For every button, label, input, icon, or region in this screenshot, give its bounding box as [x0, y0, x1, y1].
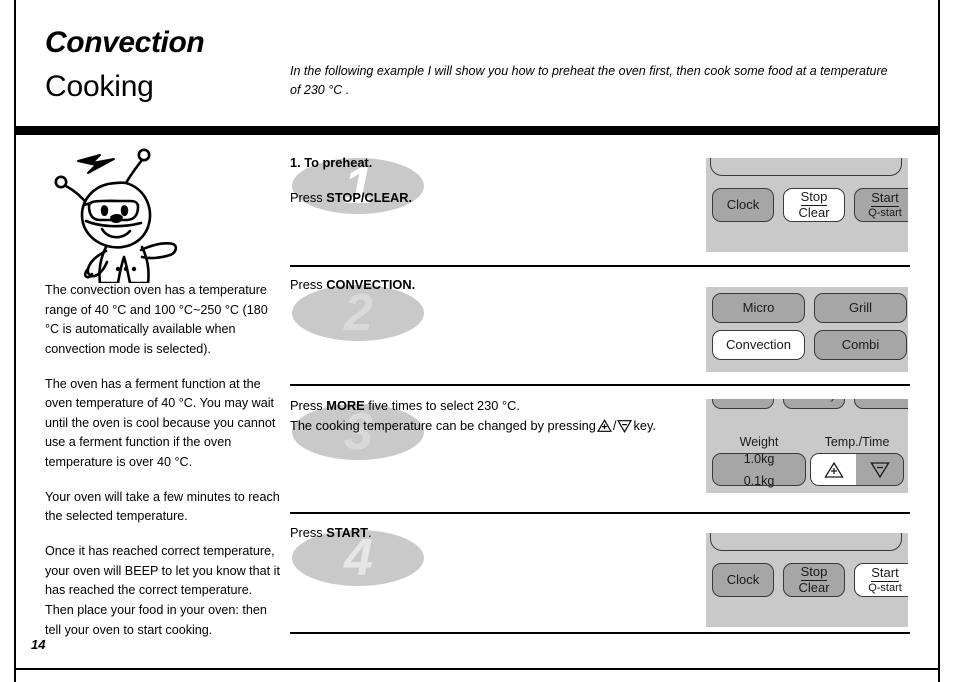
header-divider-bar	[16, 126, 938, 135]
start-button-2-label: Start	[871, 565, 899, 582]
page-title-line2: Cooking	[45, 70, 154, 103]
clock-button-label: Clock	[726, 196, 760, 212]
step-divider-4	[290, 632, 910, 634]
panel1-cut-display	[710, 158, 902, 176]
qstart-button-label: Q-start	[868, 206, 902, 219]
micro-button[interactable]: Micro	[712, 293, 805, 323]
start-button-label: Start	[871, 190, 899, 207]
sidebar-paragraph-1: The convection oven has a temperature ra…	[45, 283, 268, 356]
page-border-bottom	[14, 668, 940, 670]
combi-button[interactable]: Combi	[814, 330, 907, 360]
weight-1kg-button[interactable]: 1.0kg	[713, 452, 805, 466]
manual-page: Convection Cooking In the following exam…	[0, 0, 954, 682]
step-3-instruction-line1: Press MORE five times to select 230 °C.	[290, 396, 520, 416]
temp-down-button[interactable]	[858, 454, 903, 485]
preset-button-cut-1[interactable]	[712, 399, 774, 409]
clock-button-2[interactable]: Clock	[712, 563, 774, 597]
temp-time-stepper[interactable]	[810, 453, 904, 486]
start-qstart-button[interactable]: Start Q-start	[854, 188, 908, 222]
control-panel-3: 2.Poultry 4.Bread Weight Temp./Time 1.0k…	[706, 399, 908, 493]
step-1-heading-text: 1. To preheat.	[290, 155, 373, 170]
weight-header: Weight	[739, 435, 779, 449]
step-1-prefix: Press	[290, 190, 327, 205]
temp-up-button[interactable]	[811, 454, 857, 485]
step-3-line2-a: The cooking temperature can be changed b…	[290, 418, 596, 433]
grill-button-label: Grill	[848, 299, 873, 315]
temp-time-header: Temp./Time	[824, 435, 890, 449]
page-border-left	[14, 0, 16, 682]
step-1-instruction: Press STOP/CLEAR.	[290, 188, 412, 208]
step-divider-2	[290, 384, 910, 386]
step-divider-3	[290, 512, 910, 514]
step-2-bold: CONVECTION.	[326, 277, 416, 292]
step-3-prefix: Press	[290, 398, 327, 413]
micro-button-label: Micro	[742, 299, 775, 315]
control-panel-4: Clock Stop Clear Start Q-start	[706, 533, 908, 627]
step-2-instruction: Press CONVECTION.	[290, 275, 415, 295]
control-panel-1: Clock Stop Clear Start Q-start	[706, 158, 908, 252]
sidebar-body-copy: The convection oven has a temperature ra…	[45, 281, 280, 655]
preset-bread-button[interactable]: 4.Bread	[854, 399, 908, 409]
step-4-bold: START	[326, 525, 368, 540]
clear-button-label: Clear	[798, 204, 830, 220]
step-3-bold: MORE	[326, 398, 365, 413]
control-panel-2: Micro Grill Convection Combi	[706, 287, 908, 372]
step-3-suffix: five times to select 230 °C.	[364, 398, 520, 413]
stop-clear-button-2[interactable]: Stop Clear	[783, 563, 845, 597]
clock-button-2-label: Clock	[726, 571, 760, 587]
step-4-prefix: Press	[290, 525, 327, 540]
stop-clear-button[interactable]: Stop Clear	[783, 188, 845, 222]
combi-button-label: Combi	[841, 336, 880, 352]
triangle-plus-icon	[596, 418, 612, 432]
start-qstart-button-2[interactable]: Start Q-start	[854, 563, 908, 597]
intro-paragraph: In the following example I will show you…	[290, 64, 888, 98]
weight-stepper[interactable]: 1.0kg 0.1kg	[712, 452, 806, 488]
page-title-line1: Convection	[45, 26, 205, 59]
step-divider-1	[290, 265, 910, 267]
step-4-instruction: Press START.	[290, 523, 372, 543]
step-4-suffix: .	[367, 525, 372, 540]
stop-button-2-label: Stop	[800, 563, 828, 581]
weight-01kg-button[interactable]: 0.1kg	[713, 474, 805, 488]
step-3-line2-b: /	[612, 418, 617, 433]
robot-mascot-icon	[42, 143, 202, 295]
step-3-instruction-line2: The cooking temperature can be changed b…	[290, 416, 656, 436]
triangle-plus-icon	[823, 461, 844, 478]
panel4-cut-display	[710, 533, 902, 551]
page-border-right	[938, 0, 940, 682]
preset-poultry-label: 2.Poultry	[792, 399, 835, 402]
sidebar-paragraph-3: Your oven will take a few minutes to rea…	[45, 489, 280, 524]
triangle-minus-icon	[870, 461, 891, 478]
stop-button-label: Stop	[800, 188, 828, 206]
convection-button[interactable]: Convection	[712, 330, 805, 360]
step-1-bold: STOP/CLEAR.	[326, 190, 413, 205]
preset-poultry-button[interactable]: 2.Poultry	[783, 399, 845, 409]
grill-button[interactable]: Grill	[814, 293, 907, 323]
step-2-prefix: Press	[290, 277, 327, 292]
page-number: 14	[31, 637, 46, 652]
sidebar-paragraph-4: Once it has reached correct temperature,…	[45, 544, 280, 637]
triangle-minus-icon	[617, 420, 633, 433]
step-3-line2-c: key.	[633, 418, 656, 433]
clock-button[interactable]: Clock	[712, 188, 774, 222]
qstart-button-2-label: Q-start	[868, 581, 902, 594]
page-title: Convection Cooking	[45, 28, 285, 102]
convection-button-label: Convection	[725, 336, 792, 352]
step-1-heading: 1. To preheat.	[290, 153, 372, 173]
preset-bread-label: 4.Bread	[866, 399, 905, 402]
sidebar-paragraph-2: The oven has a ferment function at the o…	[45, 376, 276, 470]
clear-button-2-label: Clear	[798, 579, 830, 595]
